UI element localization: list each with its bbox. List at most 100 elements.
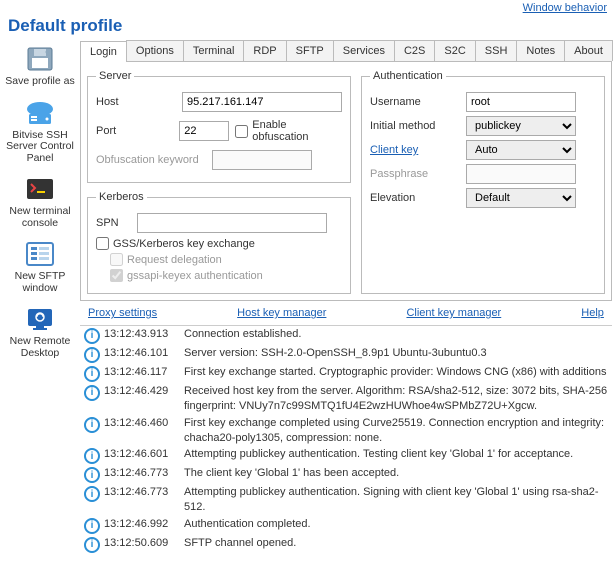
log-message: Received host key from the server. Algor… [184, 384, 608, 414]
log-timestamp: 13:12:46.117 [104, 365, 184, 380]
remote-desktop-icon [22, 304, 58, 334]
log-timestamp: 13:12:46.101 [104, 346, 184, 361]
log-row: i 13:12:46.429Received host key from the … [80, 383, 612, 415]
tab-notes[interactable]: Notes [516, 40, 565, 61]
initial-method-select[interactable]: publickey [466, 116, 576, 136]
tab-about[interactable]: About [564, 40, 613, 61]
info-icon: i [84, 486, 100, 502]
log-row: i13:12:55.015SFTP channel closed by user… [80, 554, 612, 555]
sidebar-item-label: New terminal console [0, 206, 80, 229]
log-message: SFTP channel opened. [184, 536, 608, 551]
kerberos-legend: Kerberos [96, 191, 147, 203]
new-terminal-button[interactable]: New terminal console [0, 174, 80, 229]
request-delegation-checkbox: Request delegation [110, 253, 342, 266]
server-group: Server Host Port Enable obfuscation Obfu… [87, 70, 351, 183]
sftp-icon [22, 239, 58, 269]
enable-obfuscation-checkbox[interactable]: Enable obfuscation [235, 119, 342, 143]
log-timestamp: 13:12:46.992 [104, 517, 184, 532]
info-icon: i [84, 385, 100, 401]
info-icon: i [84, 328, 100, 344]
log-message: The client key 'Global 1' has been accep… [184, 466, 608, 481]
bitvise-panel-button[interactable]: Bitvise SSH Server Control Panel [0, 98, 80, 165]
username-label: Username [370, 96, 460, 108]
gssapi-keyex-checkbox: gssapi-keyex authentication [110, 269, 342, 282]
info-icon: i [84, 467, 100, 483]
tab-s2c[interactable]: S2C [434, 40, 475, 61]
info-icon: i [84, 518, 100, 534]
client-key-select[interactable]: Auto [466, 140, 576, 160]
elevation-label: Elevation [370, 192, 460, 204]
log-message: Connection established. [184, 327, 608, 342]
username-input[interactable] [466, 92, 576, 112]
new-remote-desktop-button[interactable]: New Remote Desktop [0, 304, 80, 359]
log-timestamp: 13:12:43.913 [104, 327, 184, 342]
help-link[interactable]: Help [581, 307, 604, 319]
elevation-select[interactable]: Default [466, 188, 576, 208]
sidebar-item-label: Bitvise SSH Server Control Panel [0, 130, 80, 165]
log-row: i13:12:46.773The client key 'Global 1' h… [80, 465, 612, 484]
log-timestamp: 13:12:46.460 [104, 416, 184, 431]
save-profile-as-button[interactable]: Save profile as [0, 44, 80, 88]
log-timestamp: 13:12:46.773 [104, 485, 184, 500]
host-input[interactable] [182, 92, 342, 112]
log-row: i 13:12:46.992Authentication completed. [80, 516, 612, 535]
info-icon: i [84, 537, 100, 553]
tab-options[interactable]: Options [126, 40, 184, 61]
log-message: Authentication completed. [184, 517, 608, 532]
obf-keyword-label: Obfuscation keyword [96, 154, 206, 166]
auth-legend: Authentication [370, 70, 446, 82]
auth-group: Authentication Username Initial methodpu… [361, 70, 605, 294]
passphrase-input [466, 164, 576, 184]
sidebar: Save profile as Bitvise SSH Server Contr… [0, 40, 80, 555]
server-cloud-icon [22, 98, 58, 128]
log-row: i 13:12:46.460First key exchange complete… [80, 415, 612, 447]
proxy-settings-link[interactable]: Proxy settings [88, 307, 157, 319]
spn-input[interactable] [137, 213, 327, 233]
new-sftp-button[interactable]: New SFTP window [0, 239, 80, 294]
tab-ssh[interactable]: SSH [475, 40, 518, 61]
client-key-manager-link[interactable]: Client key manager [406, 307, 501, 319]
log-message: First key exchange completed using Curve… [184, 416, 608, 446]
server-legend: Server [96, 70, 134, 82]
log-timestamp: 13:12:46.429 [104, 384, 184, 399]
window-behavior-link[interactable]: Window behavior [523, 2, 607, 14]
log-row: i 13:12:43.913Connection established. [80, 326, 612, 345]
log-row: i 13:12:50.609SFTP channel opened. [80, 535, 612, 554]
kerberos-group: Kerberos SPN GSS/Kerberos key exchange R… [87, 191, 351, 294]
passphrase-label: Passphrase [370, 168, 460, 180]
page-title: Default profile [0, 14, 613, 40]
obf-keyword-input [212, 150, 312, 170]
log-row: i13:12:46.117First key exchange started.… [80, 364, 612, 383]
tab-terminal[interactable]: Terminal [183, 40, 245, 61]
info-icon: i [84, 448, 100, 464]
port-label: Port [96, 125, 173, 137]
floppy-icon [22, 44, 58, 74]
spn-label: SPN [96, 217, 131, 229]
log-timestamp: 13:12:50.609 [104, 536, 184, 551]
tab-c2s[interactable]: C2S [394, 40, 435, 61]
log-row: i 13:12:46.101Server version: SSH-2.0-Ope… [80, 345, 612, 364]
sidebar-item-label: New SFTP window [0, 271, 80, 294]
log-message: Attempting publickey authentication. Sig… [184, 485, 608, 515]
tab-rdp[interactable]: RDP [243, 40, 286, 61]
tab-sftp[interactable]: SFTP [286, 40, 334, 61]
tab-login[interactable]: Login [80, 41, 127, 62]
tabstrip: Login Options Terminal RDP SFTP Services… [80, 40, 612, 62]
tab-services[interactable]: Services [333, 40, 395, 61]
info-icon: i [84, 347, 100, 363]
log-timestamp: 13:12:46.601 [104, 447, 184, 462]
log-message: Server version: SSH-2.0-OpenSSH_8.9p1 Ub… [184, 346, 608, 361]
log-row: i 13:12:46.773Attempting publickey authen… [80, 484, 612, 516]
sidebar-item-label: New Remote Desktop [0, 336, 80, 359]
host-label: Host [96, 96, 176, 108]
host-key-manager-link[interactable]: Host key manager [237, 307, 326, 319]
log-row: i 13:12:46.601Attempting publickey authen… [80, 446, 612, 465]
gss-checkbox[interactable]: GSS/Kerberos key exchange [96, 237, 342, 250]
info-icon: i [84, 417, 100, 433]
terminal-icon [22, 174, 58, 204]
port-input[interactable] [179, 121, 229, 141]
log-message: First key exchange started. Cryptographi… [184, 365, 608, 380]
log-message: Attempting publickey authentication. Tes… [184, 447, 608, 462]
client-key-link[interactable]: Client key [370, 144, 460, 156]
sidebar-item-label: Save profile as [5, 76, 74, 88]
